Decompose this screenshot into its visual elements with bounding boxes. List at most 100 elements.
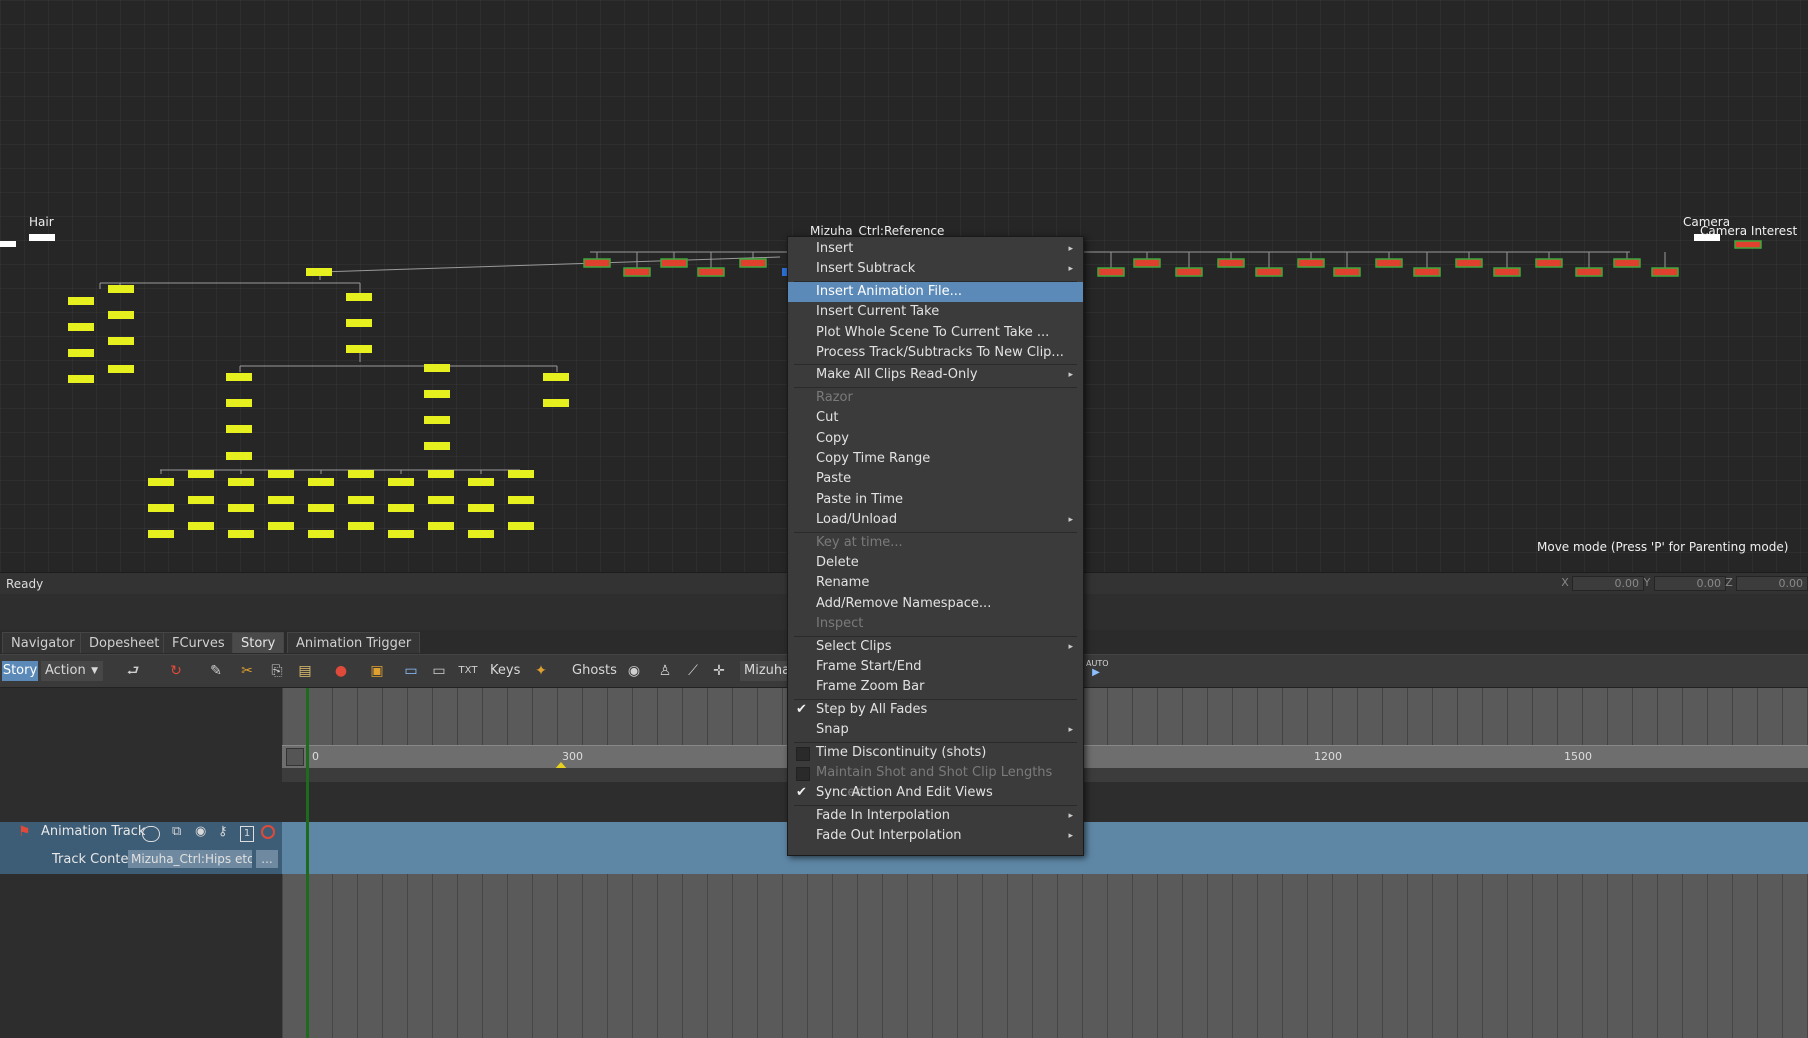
character-dropdown[interactable]: Mizuha_ (740, 661, 792, 681)
schematic-node[interactable] (1575, 267, 1603, 277)
schematic-node[interactable] (148, 478, 174, 486)
schematic-node[interactable] (108, 365, 134, 373)
schematic-node[interactable] (1651, 267, 1679, 277)
schematic-node[interactable] (226, 452, 252, 460)
menu-item-copy-time-range[interactable]: Copy Time Range (788, 449, 1083, 469)
schematic-node[interactable] (226, 425, 252, 433)
z-coord-field[interactable]: 0.00 (1736, 576, 1808, 591)
schematic-node[interactable] (308, 504, 334, 512)
x-coord-field[interactable]: 0.00 (1572, 576, 1644, 591)
tab-navigator[interactable]: Navigator (2, 632, 84, 653)
clip-folder-icon[interactable]: ▣ (366, 661, 388, 681)
schematic-node[interactable] (697, 267, 725, 277)
pivot-icon[interactable]: ✛ (708, 661, 730, 681)
razor-icon[interactable]: ✂ (236, 661, 258, 681)
schematic-node[interactable] (468, 478, 494, 486)
bone-icon[interactable]: ⟋ (682, 661, 704, 681)
schematic-node[interactable] (306, 268, 332, 276)
schematic-node[interactable] (468, 504, 494, 512)
schematic-node[interactable] (188, 496, 214, 504)
schematic-node[interactable] (388, 530, 414, 538)
schematic-node[interactable] (188, 470, 214, 478)
eye-icon[interactable]: ◉ (623, 661, 645, 681)
schematic-node[interactable] (508, 522, 534, 530)
schematic-node[interactable] (424, 364, 450, 372)
keys-label[interactable]: Keys (490, 661, 520, 681)
schematic-node[interactable] (68, 323, 94, 331)
menu-item-fade-out-interpolation[interactable]: Fade Out Interpolation ▸ (788, 826, 1083, 846)
edit-clip-icon[interactable]: ✎ (205, 661, 227, 681)
schematic-node[interactable] (623, 267, 651, 277)
schematic-node[interactable] (228, 530, 254, 538)
timeline-lower-area[interactable] (282, 874, 1808, 1038)
schematic-node[interactable] (148, 504, 174, 512)
schematic-node[interactable] (1455, 258, 1483, 268)
menu-item-copy[interactable]: Copy (788, 429, 1083, 449)
menu-item-make-all-clips-read-only[interactable]: Make All Clips Read-Only ▸ (788, 365, 1083, 385)
copy-icon[interactable]: ⎘ (266, 661, 288, 681)
tab-story[interactable]: Story (232, 632, 285, 653)
lock-icon[interactable]: ⧉ (172, 824, 181, 839)
schematic-node[interactable] (660, 258, 688, 268)
y-coord-field[interactable]: 0.00 (1654, 576, 1726, 591)
menu-item-rename[interactable]: Rename (788, 573, 1083, 593)
schematic-node[interactable] (1413, 267, 1441, 277)
solo-icon[interactable] (142, 826, 160, 842)
undo-arrow-icon[interactable]: ⮐ (122, 661, 144, 681)
animation-track-name[interactable]: Animation Track (41, 824, 145, 839)
schematic-node[interactable] (228, 478, 254, 486)
mute-icon[interactable] (261, 825, 275, 839)
menu-item-select-clips[interactable]: Select Clips ▸ (788, 637, 1083, 657)
hair-node[interactable] (29, 234, 55, 241)
schematic-node[interactable] (108, 337, 134, 345)
schematic-node[interactable] (226, 373, 252, 381)
schematic-node[interactable] (388, 478, 414, 486)
camera-view-icon[interactable]: ▭ (400, 661, 422, 681)
menu-item-paste-in-time[interactable]: Paste in Time (788, 490, 1083, 510)
schematic-node[interactable] (1613, 258, 1641, 268)
menu-item-paste[interactable]: Paste (788, 469, 1083, 489)
schematic-node[interactable] (268, 496, 294, 504)
track-content-browse-button[interactable]: ... (256, 850, 278, 868)
menu-item-process-track-subtracks-to-new-clip[interactable]: Process Track/Subtracks To New Clip... (788, 343, 1083, 363)
schematic-node[interactable] (226, 399, 252, 407)
schematic-node[interactable] (739, 258, 767, 268)
schematic-node[interactable] (108, 311, 134, 319)
schematic-node[interactable] (1297, 258, 1325, 268)
schematic-node[interactable] (346, 345, 372, 353)
schematic-node[interactable] (348, 470, 374, 478)
schematic-node[interactable] (108, 285, 134, 293)
schematic-node[interactable] (1333, 267, 1361, 277)
character-icon[interactable]: ♙ (654, 661, 676, 681)
menu-item-time-discontinuity-shots[interactable]: Time Discontinuity (shots) (788, 743, 1083, 763)
menu-item-step-by-all-fades[interactable]: Step by All Fades ✔ (788, 700, 1083, 720)
visibility-eye-icon[interactable]: ◉ (195, 824, 206, 839)
schematic-node[interactable] (228, 504, 254, 512)
range-start-handle[interactable] (286, 748, 304, 766)
tab-dopesheet[interactable]: Dopesheet (80, 632, 169, 653)
menu-item-snap[interactable]: Snap ▸ (788, 720, 1083, 740)
schematic-node[interactable] (188, 522, 214, 530)
paste-icon[interactable]: ▤ (294, 661, 316, 681)
auto-key-icon[interactable]: ▶ (1088, 667, 1104, 679)
playhead[interactable] (306, 688, 309, 1038)
story-mode-button[interactable]: Story (2, 661, 38, 681)
schematic-node[interactable] (1097, 267, 1125, 277)
menu-item-fade-in-interpolation[interactable]: Fade In Interpolation ▸ (788, 806, 1083, 826)
menu-item-insert-current-take[interactable]: Insert Current Take (788, 302, 1083, 322)
schematic-node[interactable] (1375, 258, 1403, 268)
schematic-node[interactable] (1255, 267, 1283, 277)
monitor-icon[interactable]: ▭ (428, 661, 450, 681)
schematic-node[interactable] (68, 375, 94, 383)
ghosts-label[interactable]: Ghosts (572, 661, 617, 681)
schematic-node[interactable] (1217, 258, 1245, 268)
text-track-icon[interactable]: TXT (457, 661, 479, 681)
menu-item-cut[interactable]: Cut (788, 408, 1083, 428)
menu-item-frame-zoom-bar[interactable]: Frame Zoom Bar (788, 677, 1083, 697)
action-dropdown[interactable]: Action ▼ (41, 661, 103, 681)
schematic-node[interactable] (428, 470, 454, 478)
schematic-node[interactable] (308, 478, 334, 486)
menu-item-insert-animation-file[interactable]: Insert Animation File... (788, 281, 1083, 302)
hair-root-node[interactable] (0, 241, 16, 247)
schematic-node[interactable] (388, 504, 414, 512)
